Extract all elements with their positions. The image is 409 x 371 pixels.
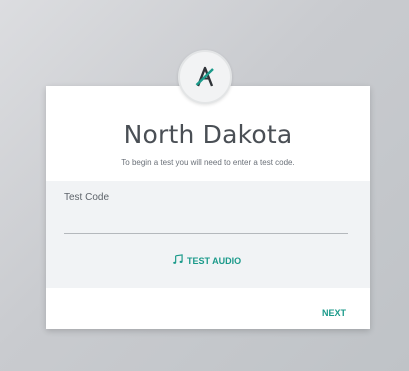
page-subtitle: To begin a test you will need to enter a…	[121, 158, 295, 167]
test-code-panel: Test Code TEST AUDIO	[46, 181, 370, 288]
test-code-input[interactable]	[64, 219, 348, 234]
test-audio-button[interactable]: TEST AUDIO	[172, 254, 241, 267]
ndsa-logo-icon	[178, 50, 232, 104]
next-button[interactable]: NEXT	[322, 308, 346, 318]
test-code-label: Test Code	[64, 192, 110, 203]
music-note-icon	[172, 254, 183, 267]
login-card: North Dakota To begin a test you will ne…	[46, 86, 370, 329]
page-title: North Dakota	[123, 120, 293, 149]
test-audio-label: TEST AUDIO	[187, 255, 242, 266]
